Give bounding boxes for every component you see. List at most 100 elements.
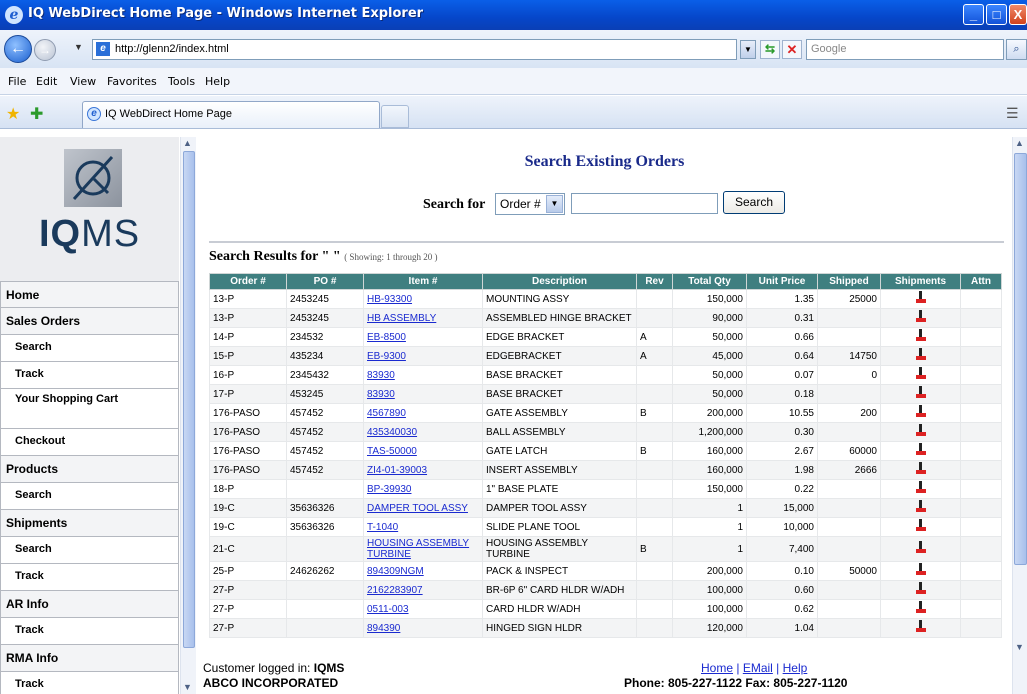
browser-search-input[interactable]: Google	[806, 39, 1004, 60]
search-button[interactable]: Search	[723, 191, 785, 214]
sidebar-item-search[interactable]: Search	[0, 483, 179, 510]
sidebar-item-track[interactable]: Track	[0, 618, 179, 645]
sidebar-item-sales-orders[interactable]: Sales Orders	[0, 308, 179, 335]
refresh-icon[interactable]: ⇆	[760, 40, 780, 59]
item-link[interactable]: 894390	[367, 623, 400, 634]
recent-pages-dropdown-icon[interactable]: ▼	[74, 42, 83, 52]
sidebar-item-home[interactable]: Home	[0, 281, 179, 308]
column-header: Total Qty	[672, 273, 747, 290]
table-cell: 120,000	[672, 618, 747, 638]
sidebar-item-products[interactable]: Products	[0, 456, 179, 483]
shipment-icon[interactable]	[915, 563, 926, 576]
shipment-icon[interactable]	[915, 386, 926, 399]
item-link[interactable]: TAS-50000	[367, 446, 417, 457]
shipment-icon[interactable]	[915, 601, 926, 614]
menu-view[interactable]: View	[70, 75, 96, 88]
cell-attn	[960, 599, 1002, 619]
browser-search-icon[interactable]: ⌕	[1006, 39, 1027, 60]
menu-file[interactable]: File	[8, 75, 26, 88]
item-link[interactable]: HOUSING ASSEMBLY TURBINE	[367, 538, 469, 560]
page-tools-icon[interactable]: ☰	[1006, 105, 1019, 122]
footer-links: Home | EMail | Help	[701, 661, 808, 675]
forward-button[interactable]: →	[34, 39, 56, 61]
scroll-up-icon[interactable]: ▲	[183, 138, 192, 148]
sidebar-item-checkout[interactable]: Checkout	[0, 429, 179, 456]
item-link[interactable]: EB-8500	[367, 332, 406, 343]
add-favorites-icon[interactable]: ✚	[30, 104, 43, 124]
minimize-button[interactable]: _	[963, 4, 984, 25]
sidebar-item-search[interactable]: Search	[0, 537, 179, 564]
url-dropdown-button[interactable]: ▼	[740, 40, 756, 59]
cell-attn	[960, 460, 1002, 480]
item-link[interactable]: HB-93300	[367, 294, 412, 305]
sidebar-item-track[interactable]: Track	[0, 672, 179, 694]
item-link[interactable]: 0511-003	[367, 604, 409, 615]
sidebar-item-shipments[interactable]: Shipments	[0, 510, 179, 537]
footer-home-link[interactable]: Home	[701, 661, 733, 675]
table-cell: SLIDE PLANE TOOL	[482, 517, 637, 537]
item-link[interactable]: 83930	[367, 389, 395, 400]
sidebar-item-your-shopping-cart[interactable]: Your Shopping Cart	[0, 389, 179, 429]
shipment-icon[interactable]	[915, 500, 926, 513]
shipment-icon[interactable]	[915, 348, 926, 361]
close-button[interactable]: X	[1009, 4, 1027, 25]
new-tab-button[interactable]	[381, 105, 409, 128]
footer-email-link[interactable]: EMail	[743, 661, 773, 675]
stop-icon[interactable]: ✕	[782, 40, 802, 59]
table-cell: 1	[672, 498, 747, 518]
shipment-icon[interactable]	[915, 424, 926, 437]
item-link[interactable]: ZI4-01-39003	[367, 465, 427, 476]
shipment-icon[interactable]	[915, 620, 926, 633]
menu-favorites[interactable]: Favorites	[107, 75, 157, 88]
shipment-icon[interactable]	[915, 541, 926, 554]
shipment-icon[interactable]	[915, 519, 926, 532]
shipment-icon[interactable]	[915, 443, 926, 456]
search-input[interactable]	[571, 193, 718, 214]
item-link[interactable]: 2162283907	[367, 585, 423, 596]
item-link[interactable]: 435340030	[367, 427, 417, 438]
menu-edit[interactable]: Edit	[36, 75, 57, 88]
shipment-icon[interactable]	[915, 310, 926, 323]
shipment-icon[interactable]	[915, 291, 926, 304]
scroll-down-icon[interactable]: ▼	[183, 682, 192, 692]
item-link[interactable]: DAMPER TOOL ASSY	[367, 503, 468, 514]
shipment-icon[interactable]	[915, 367, 926, 380]
menu-tools[interactable]: Tools	[168, 75, 195, 88]
item-link[interactable]: 83930	[367, 370, 395, 381]
sidebar-item-ar-info[interactable]: AR Info	[0, 591, 179, 618]
item-link[interactable]: BP-39930	[367, 484, 411, 495]
back-button[interactable]: ←	[4, 35, 32, 63]
shipment-icon[interactable]	[915, 462, 926, 475]
item-link[interactable]: 894309NGM	[367, 566, 424, 577]
page-scroll-thumb[interactable]	[1014, 153, 1027, 565]
tab-iq-webdirect[interactable]: e IQ WebDirect Home Page	[82, 101, 380, 128]
item-link[interactable]: 4567890	[367, 408, 406, 419]
sidebar-scrollbar[interactable]: ▲ ▼	[180, 137, 196, 694]
shipment-icon[interactable]	[915, 405, 926, 418]
menu-help[interactable]: Help	[205, 75, 230, 88]
scroll-up-icon[interactable]: ▲	[1015, 138, 1024, 148]
favorites-star-icon[interactable]: ★	[6, 104, 20, 124]
item-link[interactable]: EB-9300	[367, 351, 406, 362]
shipment-icon[interactable]	[915, 329, 926, 342]
divider	[209, 241, 1004, 243]
search-field-select[interactable]: Order # ▼	[495, 193, 565, 215]
item-link[interactable]: HB ASSEMBLY	[367, 313, 436, 324]
shipment-icon[interactable]	[915, 582, 926, 595]
shipment-icon[interactable]	[915, 481, 926, 494]
footer-help-link[interactable]: Help	[783, 661, 808, 675]
window-titlebar: e IQ WebDirect Home Page - Windows Inter…	[0, 0, 1027, 30]
sidebar-item-rma-info[interactable]: RMA Info	[0, 645, 179, 672]
scroll-down-icon[interactable]: ▼	[1015, 642, 1024, 652]
url-field[interactable]: e http://glenn2/index.html	[92, 39, 737, 60]
item-link[interactable]: T-1040	[367, 522, 398, 533]
window-title: IQ WebDirect Home Page - Windows Interne…	[28, 6, 424, 21]
page-scrollbar[interactable]: ▲ ▼	[1012, 137, 1027, 694]
sidebar-item-track[interactable]: Track	[0, 362, 179, 389]
sidebar-scroll-thumb[interactable]	[183, 151, 195, 648]
table-cell: 1	[672, 517, 747, 537]
sidebar-item-search[interactable]: Search	[0, 335, 179, 362]
table-cell: 176-PASO	[209, 403, 287, 423]
maximize-button[interactable]: □	[986, 4, 1007, 25]
sidebar-item-track[interactable]: Track	[0, 564, 179, 591]
